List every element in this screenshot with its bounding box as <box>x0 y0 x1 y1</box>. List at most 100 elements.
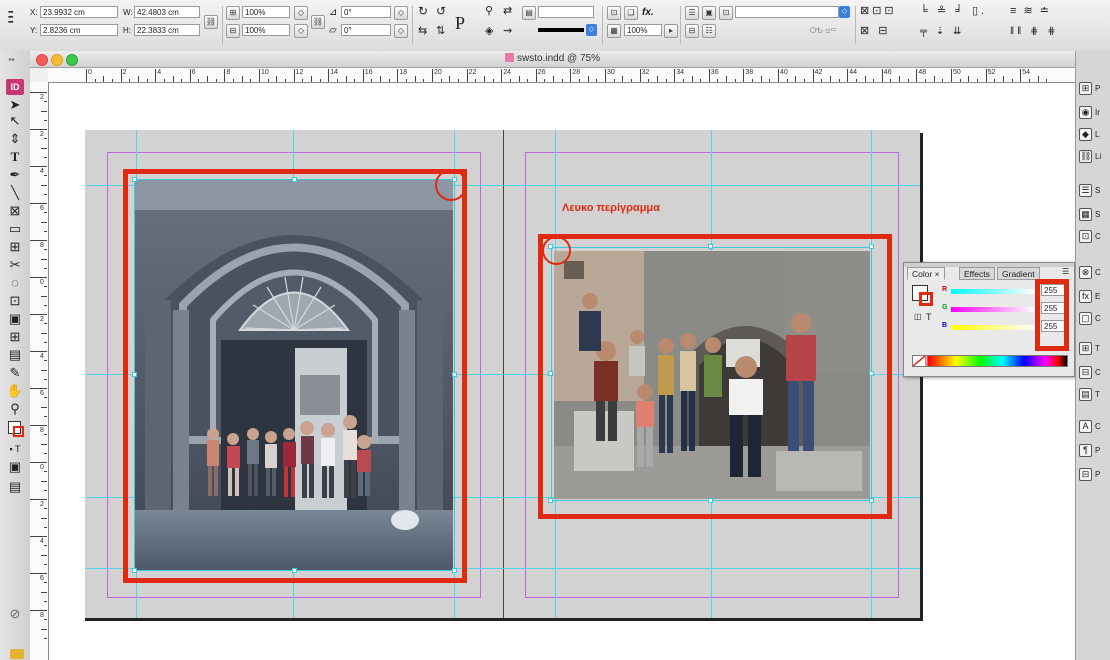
effects-fx-icon[interactable]: fx. <box>642 6 654 19</box>
content-collector-icon[interactable]: ⊞ <box>6 329 24 345</box>
panel-collapse-icon[interactable]: ▸▸ <box>9 56 15 63</box>
text-frame-icon[interactable]: P <box>455 12 465 34</box>
stroke-type-dropdown[interactable]: ◇ <box>586 24 597 36</box>
w-field[interactable]: 42.4803 cm <box>134 6 200 18</box>
dock-panel-button[interactable]: ⊞ P <box>1079 79 1110 99</box>
rotate-cw-icon[interactable]: ↻ <box>418 5 428 18</box>
stroke-type-preview[interactable] <box>538 28 584 32</box>
scale-y-dropdown[interactable]: ◇ <box>294 24 308 38</box>
clear-overrides-icon[interactable]: ᎤᏏ ⊡▭ <box>810 24 837 37</box>
formatting-affects-text-icon[interactable]: T <box>926 312 932 322</box>
rectangle-frame-icon[interactable]: ⊠ <box>6 203 24 219</box>
dock-panel-button[interactable]: ▤ T <box>1079 385 1110 405</box>
h-field[interactable]: 22.3833 cm <box>134 24 200 36</box>
pen-tool-icon[interactable]: ✒ <box>6 167 24 183</box>
stroke-weight-field[interactable] <box>538 6 594 18</box>
dock-panel-button[interactable]: ▢ C <box>1079 309 1110 329</box>
select-container-icon[interactable]: ⚲ <box>485 5 493 18</box>
shear-field[interactable]: 0° <box>341 24 391 36</box>
opacity-field[interactable]: 100% <box>624 24 662 36</box>
apply-color-icon[interactable]: ▪ T <box>6 441 24 457</box>
dock-panel-button[interactable]: ⛓ Li <box>1079 147 1110 167</box>
object-style-field[interactable] <box>735 6 839 18</box>
dock-panel-button[interactable]: ◆ L <box>1079 125 1110 145</box>
dock-panel-button[interactable]: ▦ S <box>1079 205 1110 225</box>
object-style-dropdown[interactable]: ◇ <box>839 6 850 18</box>
ruler-origin[interactable] <box>30 68 49 83</box>
flip-horizontal-icon[interactable]: ⇆ <box>418 25 427 38</box>
rotate-field[interactable]: 0° <box>341 6 391 18</box>
dock-panel-button[interactable]: ⊟ P <box>1079 465 1110 485</box>
scale-x-dropdown[interactable]: ◇ <box>294 6 308 20</box>
hand-tool-icon[interactable]: ✋ <box>6 383 24 399</box>
tab-color[interactable]: Color × <box>907 267 945 280</box>
color-ramp[interactable] <box>912 355 1068 367</box>
horizontal-ruler[interactable]: 0 2 4 6 8 10 12 14 16 18 20 22 24 26 28 30 32 34 36 38 40 42 4… <box>48 68 1075 83</box>
distribute-vertical-icon[interactable]: ≡ ≋ ≐ <box>1010 5 1051 18</box>
tab-gradient[interactable]: Gradient <box>997 267 1040 280</box>
dock-panel-button[interactable]: ¶ P <box>1079 441 1110 461</box>
rotate-ccw-icon[interactable]: ↺ <box>436 5 446 18</box>
stroke-color-icon[interactable] <box>13 426 24 437</box>
text-wrap-none-icon[interactable]: ☰ <box>685 6 699 20</box>
dock-panel-button[interactable]: ⊟ C <box>1079 363 1110 383</box>
scissors-icon[interactable]: ✂ <box>6 257 24 273</box>
text-wrap-shape-icon[interactable]: ⊟ <box>685 24 699 38</box>
select-content-icon[interactable]: ⇄ <box>503 5 512 18</box>
b-slider[interactable] <box>951 325 1035 330</box>
vertical-ruler[interactable]: 2 2 4 6 8 0 2 4 6 8 0 2 4 6 8 <box>30 82 49 660</box>
dock-panel-button[interactable]: fx E <box>1079 287 1110 307</box>
g-slider[interactable] <box>951 307 1035 312</box>
dock-panel-button[interactable]: ☰ S <box>1079 181 1110 201</box>
distribute-spacing-icon[interactable]: ╤ ⇣ ⇊ <box>920 25 964 38</box>
gradient-swatch-icon[interactable]: ⊡ <box>6 293 24 309</box>
free-transform-icon[interactable]: ◌ <box>6 275 24 291</box>
drop-shadow-icon[interactable]: ❑ <box>624 6 638 20</box>
fill-swatch-icon[interactable]: ▤ <box>522 6 536 20</box>
reference-point-icon[interactable]: ▪▪▪ ▪▪▪ ▪▪▪ <box>8 9 22 26</box>
flip-vertical-icon[interactable]: ⇅ <box>436 25 445 38</box>
selection-tool-icon[interactable]: ➤ <box>6 97 24 113</box>
note-tool-icon[interactable]: ▤ <box>6 347 24 363</box>
align-left-icon[interactable]: ⊠⊡⊡ <box>860 5 897 18</box>
x-field[interactable]: 23.9932 cm <box>40 6 118 18</box>
none-swatch[interactable] <box>912 355 926 367</box>
distribute-horizontal-icon[interactable]: ‖‖ ⋕ ⋕ <box>1010 25 1059 38</box>
text-wrap-bbox-icon[interactable]: ▣ <box>702 6 716 20</box>
shear-dropdown[interactable]: ◇ <box>394 24 408 38</box>
eyedropper-icon[interactable]: ✎ <box>6 365 24 381</box>
direct-selection-icon[interactable]: ↖ <box>6 113 24 129</box>
align-top-icon[interactable]: ⊠ ⊟ <box>860 25 891 38</box>
rectangle-tool-icon[interactable]: ▭ <box>6 221 24 237</box>
constrain-proportions-icon[interactable]: ⛓ <box>204 15 218 29</box>
opacity-arrow[interactable]: ▸ <box>664 24 678 38</box>
rotate-dropdown[interactable]: ◇ <box>394 6 408 20</box>
panel-menu-icon[interactable]: ☰ <box>1062 267 1069 276</box>
r-slider[interactable] <box>951 289 1035 294</box>
scale-y-field[interactable]: 100% <box>242 24 290 36</box>
normal-mode-icon[interactable]: ▣ <box>6 459 24 475</box>
dock-panel-button[interactable]: AC <box>1079 417 1110 437</box>
page-tool-icon[interactable]: ⇕ <box>6 131 24 147</box>
dock-panel-button[interactable]: ⊡ C <box>1079 227 1110 247</box>
dock-panel-button[interactable]: ◉ Ir <box>1079 103 1110 123</box>
zoom-tool-icon[interactable]: ⚲ <box>6 401 24 417</box>
scale-x-field[interactable]: 100% <box>242 6 290 18</box>
constrain-scale-icon[interactable]: ⛓ <box>311 15 325 29</box>
stroke-swatch[interactable] <box>919 292 933 306</box>
distribute-icon[interactable]: ╘ ≗ ╛ ▯. <box>920 5 987 18</box>
table-tool-icon[interactable]: ⊞ <box>6 239 24 255</box>
dock-panel-button[interactable]: ⊗ C <box>1079 263 1110 283</box>
type-tool-icon[interactable]: T <box>6 149 24 165</box>
select-next-icon[interactable]: ⇝ <box>503 25 512 38</box>
line-tool-icon[interactable]: ╲ <box>6 185 24 201</box>
text-wrap-jump-icon[interactable]: ☷ <box>702 24 716 38</box>
dock-panel-button[interactable]: ⊞ T <box>1079 339 1110 359</box>
tab-effects[interactable]: Effects <box>959 267 995 280</box>
gradient-feather-icon[interactable]: ▣ <box>6 311 24 327</box>
select-previous-icon[interactable]: ◈ <box>485 25 493 38</box>
formatting-affects-container-icon[interactable]: ◫ <box>914 312 922 321</box>
fitting-icon[interactable]: ⊡ <box>607 6 621 20</box>
y-field[interactable]: 2.8236 cm <box>40 24 118 36</box>
preview-mode-icon[interactable]: ▤ <box>6 479 24 495</box>
